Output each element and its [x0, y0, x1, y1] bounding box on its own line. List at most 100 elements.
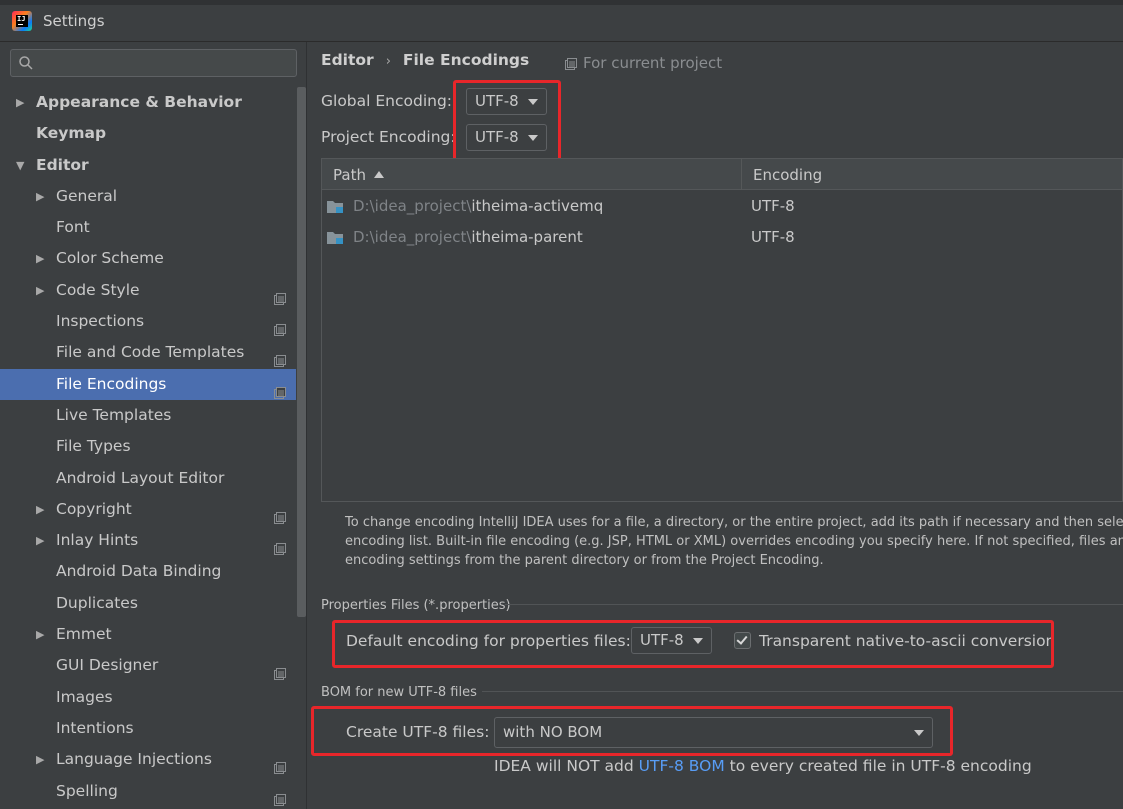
sidebar-item-label: Spelling: [56, 781, 118, 800]
sidebar-item-label: File and Code Templates: [56, 343, 245, 362]
sidebar-item-file-types[interactable]: File Types: [0, 431, 296, 462]
table-row[interactable]: D:\idea_project\itheima-parent UTF-8: [322, 222, 1122, 253]
sidebar-item-file-encodings[interactable]: File Encodings: [0, 368, 296, 400]
section-divider: [482, 691, 1123, 692]
sidebar-item-keymap[interactable]: Keymap: [0, 118, 296, 149]
path-cell: D:\idea_project\itheima-parent: [353, 228, 583, 246]
settings-search-box[interactable]: [10, 49, 297, 77]
bom-note-prefix: IDEA will NOT add: [494, 757, 639, 775]
breadcrumb: Editor › File Encodings: [321, 51, 529, 69]
sidebar-item-appearance-behavior[interactable]: ▶ Appearance & Behavior: [0, 87, 296, 118]
column-header-encoding[interactable]: Encoding: [753, 166, 822, 184]
path-cell: D:\idea_project\itheima-activemq: [353, 197, 604, 215]
sidebar-item-general[interactable]: ▶ General: [0, 181, 296, 212]
project-scope-icon: [274, 535, 286, 556]
encoding-help-text: To change encoding IntelliJ IDEA uses fo…: [345, 513, 1123, 570]
module-folder-icon: [327, 201, 343, 213]
settings-tree: ▶ Appearance & Behavior Keymap ▼ Editor ▶ Gene…: [0, 87, 296, 807]
scope-label: For current project: [583, 54, 723, 72]
project-scope-icon: [274, 379, 286, 399]
sidebar-item-label: Inlay Hints: [56, 531, 139, 550]
sidebar-item-code-style[interactable]: ▶ Code Style: [0, 275, 296, 306]
highlight-box-bom: [311, 706, 953, 756]
sidebar-item-emmet[interactable]: ▶ Emmet: [0, 619, 296, 650]
sidebar-item-label: File Encodings: [56, 374, 167, 393]
chevron-down-icon[interactable]: ▼: [16, 150, 24, 181]
column-header-path[interactable]: Path: [333, 166, 384, 184]
sidebar-item-gui-designer[interactable]: GUI Designer: [0, 650, 296, 681]
sort-ascending-icon: [373, 171, 384, 178]
breadcrumb-item-file-encodings: File Encodings: [402, 51, 530, 69]
sidebar-item-label: File Types: [56, 437, 131, 456]
chevron-right-icon[interactable]: ▶: [36, 275, 44, 306]
sidebar-item-intentions[interactable]: Intentions: [0, 713, 296, 744]
chevron-right-icon[interactable]: ▶: [36, 494, 44, 525]
utf8-bom-link[interactable]: UTF-8 BOM: [639, 757, 725, 775]
sidebar-item-android-data-binding[interactable]: Android Data Binding: [0, 556, 296, 587]
chevron-right-icon[interactable]: ▶: [36, 243, 44, 274]
sidebar-item-font[interactable]: Font: [0, 212, 296, 243]
project-scope-icon: [274, 285, 286, 305]
chevron-right-icon[interactable]: ▶: [36, 181, 44, 212]
highlight-box-encodings: [453, 80, 561, 166]
title-bar: IJ Settings: [0, 0, 1123, 42]
sidebar-item-live-templates[interactable]: Live Templates: [0, 400, 296, 431]
sidebar-item-label: Color Scheme: [56, 249, 164, 268]
sidebar-item-label: Intentions: [56, 718, 134, 737]
sidebar-item-label: Code Style: [56, 280, 140, 299]
sidebar-item-label: Android Data Binding: [56, 562, 222, 581]
encoding-cell: UTF-8: [751, 228, 795, 246]
sidebar-item-label: Duplicates: [56, 593, 138, 612]
sidebar-item-label: Appearance & Behavior: [36, 93, 242, 111]
project-scope-icon: [565, 58, 577, 70]
intellij-app-icon: IJ: [12, 11, 32, 31]
sidebar-item-label: Copyright: [56, 499, 132, 518]
sidebar-item-label: Keymap: [36, 124, 107, 143]
sidebar-item-label: Android Layout Editor: [56, 468, 225, 487]
breadcrumb-separator-icon: ›: [385, 54, 391, 69]
chevron-right-icon[interactable]: ▶: [36, 744, 44, 775]
chevron-right-icon[interactable]: ▶: [36, 525, 44, 556]
column-separator[interactable]: [741, 159, 742, 190]
project-scope-icon: [274, 347, 286, 368]
sidebar-scrollbar[interactable]: [297, 87, 306, 617]
bom-section-title: BOM for new UTF-8 files: [321, 685, 477, 700]
global-encoding-label: Global Encoding:: [321, 92, 453, 110]
sidebar-item-editor[interactable]: ▼ Editor: [0, 150, 296, 181]
sidebar-item-color-scheme[interactable]: ▶ Color Scheme: [0, 243, 296, 274]
help-line: encoding list. Built-in file encoding (e…: [345, 534, 1123, 549]
search-icon: [19, 56, 33, 70]
background-window-strip: [0, 0, 1123, 5]
bom-note: IDEA will NOT add UTF-8 BOM to every cre…: [494, 757, 1032, 775]
sidebar-item-spelling[interactable]: Spelling: [0, 776, 296, 807]
sidebar-item-copyright[interactable]: ▶ Copyright: [0, 494, 296, 525]
file-encodings-panel: Editor › File Encodings For current projec…: [307, 42, 1123, 809]
highlight-box-properties: [332, 620, 1054, 668]
sidebar-item-label: General: [56, 186, 118, 205]
sidebar-item-duplicates[interactable]: Duplicates: [0, 588, 296, 619]
chevron-right-icon[interactable]: ▶: [16, 87, 24, 118]
help-line: To change encoding IntelliJ IDEA uses fo…: [345, 515, 1123, 530]
sidebar-item-label: Images: [56, 687, 113, 706]
sidebar-item-inspections[interactable]: Inspections: [0, 306, 296, 337]
table-row[interactable]: D:\idea_project\itheima-activemq UTF-8: [322, 191, 1122, 222]
sidebar-item-label: GUI Designer: [56, 656, 159, 675]
chevron-right-icon[interactable]: ▶: [36, 619, 44, 650]
table-header: Path Encoding: [322, 159, 1122, 190]
sidebar-item-images[interactable]: Images: [0, 682, 296, 713]
help-line: encoding settings from the parent direct…: [345, 553, 824, 568]
sidebar-item-inlay-hints[interactable]: ▶ Inlay Hints: [0, 525, 296, 556]
sidebar-item-file-and-code-templates[interactable]: File and Code Templates: [0, 337, 296, 368]
sidebar-item-label: Emmet: [56, 625, 112, 644]
breadcrumb-item-editor[interactable]: Editor: [321, 51, 374, 69]
properties-section-title: Properties Files (*.properties): [321, 598, 511, 613]
project-scope-icon: [274, 754, 286, 775]
path-encoding-table[interactable]: Path Encoding D:\idea_project\itheima-ac…: [321, 158, 1123, 502]
sidebar-item-android-layout-editor[interactable]: Android Layout Editor: [0, 463, 296, 494]
encoding-cell: UTF-8: [751, 197, 795, 215]
sidebar-item-language-injections[interactable]: ▶ Language Injections: [0, 744, 296, 775]
module-folder-icon: [327, 232, 343, 244]
search-input[interactable]: [41, 53, 291, 73]
window-title: Settings: [43, 12, 105, 30]
sidebar-item-label: Live Templates: [56, 405, 172, 424]
